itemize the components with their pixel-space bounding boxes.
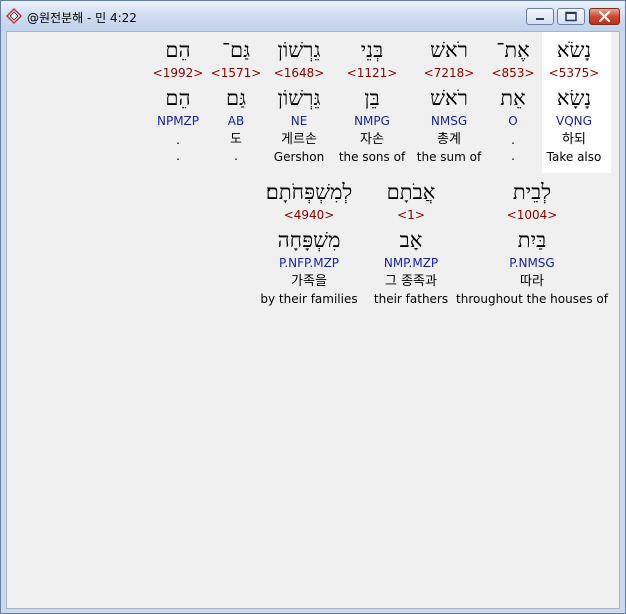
korean-translation: . [176, 133, 180, 147]
korean-translation: 도 [230, 132, 242, 147]
lemma-word: נָשָׂא [556, 86, 592, 110]
morphology-code: P.NMSG [509, 256, 555, 270]
maximize-icon [565, 11, 577, 22]
interlinear-panel[interactable]: נָשֹׂא <5375> נָשָׂא VQNG 하되 Take also א… [6, 31, 620, 609]
strong-number[interactable]: <1004> [507, 208, 558, 222]
lemma-word: גַּם [225, 86, 247, 110]
english-gloss: Gershon [273, 150, 325, 164]
app-icon [5, 7, 23, 25]
hebrew-word[interactable]: גַּם־ [222, 38, 250, 62]
app-window: @원전분해 - 민 4:22 נָשֹׂא <5375> נָשָׂא VQNG… [0, 0, 626, 614]
lemma-word: אֵת [500, 86, 526, 110]
strong-number[interactable]: <7218> [424, 66, 475, 80]
strong-number[interactable]: <1121> [347, 66, 398, 80]
english-gloss: their fathers [373, 292, 449, 306]
korean-translation: 따라 [520, 274, 544, 289]
lemma-word: מִשְׁפָּחָה [277, 228, 341, 252]
hebrew-word[interactable]: לְבֵית [513, 180, 551, 204]
hebrew-word[interactable]: אֶת־ [496, 38, 529, 62]
lemma-word: בֵּן [364, 86, 380, 110]
window-title: @원전분해 - 민 4:22 [27, 11, 137, 25]
title-bar[interactable]: @원전분해 - 민 4:22 [1, 1, 625, 31]
morphology-code: O [508, 114, 518, 128]
english-gloss: the sum of [416, 150, 482, 164]
morphology-code: NE [290, 114, 308, 128]
lemma-word: גֵּרְשׁוֹן [277, 86, 321, 110]
strong-number[interactable]: <5375> [549, 66, 600, 80]
morphology-code: VQNG [556, 114, 592, 128]
korean-translation: . [511, 133, 515, 147]
hebrew-word[interactable]: גֵרְשׁוֹן [278, 38, 321, 62]
english-gloss: Take also [546, 150, 602, 164]
strong-number[interactable]: <1571> [211, 66, 262, 80]
korean-translation: 게르손 [281, 132, 317, 147]
minimize-button[interactable] [526, 8, 554, 25]
hebrew-word[interactable]: אֲבֹתָם [387, 180, 436, 204]
korean-translation: 자손 [360, 132, 384, 147]
lemma-word: הֵם [165, 86, 191, 110]
close-button[interactable] [589, 8, 620, 25]
morphology-code: NMP.MZP [383, 256, 439, 270]
strong-number[interactable]: <1648> [274, 66, 325, 80]
english-gloss: by their families [260, 292, 358, 306]
english-gloss: the sons of [338, 150, 406, 164]
morphology-code: NPMZP [156, 114, 200, 128]
morphology-code: AB [227, 114, 245, 128]
strong-number[interactable]: <1992> [153, 66, 204, 80]
strong-number[interactable]: <4940> [284, 208, 335, 222]
hebrew-word[interactable]: בְּנֵי [361, 38, 383, 62]
hebrew-word[interactable]: נָשֹׂא [557, 38, 591, 62]
hebrew-word[interactable]: הֵם [165, 38, 190, 62]
hebrew-word[interactable]: לְמִשְׁפְּחֹתָם׃ [266, 180, 352, 204]
korean-translation: 총계 [437, 132, 461, 147]
maximize-button[interactable] [557, 8, 585, 25]
minimize-icon [536, 18, 544, 20]
english-gloss: . [234, 149, 238, 163]
korean-translation: 그 종족과 [385, 274, 437, 289]
close-icon [598, 10, 611, 23]
strong-number[interactable]: <853> [491, 66, 534, 80]
lemma-word: אָב [399, 228, 423, 252]
english-gloss: . [176, 149, 180, 163]
korean-translation: 가족을 [291, 274, 327, 289]
lemma-word: בַּיִת [517, 228, 547, 252]
lemma-word: רֹאשׁ [430, 86, 468, 110]
morphology-code: P.NFP.MZP [278, 256, 340, 270]
hebrew-word[interactable]: רֹאשׁ [430, 38, 468, 62]
english-gloss: throughout the houses of [456, 292, 608, 306]
morphology-code: NMPG [354, 114, 390, 128]
english-gloss: . [511, 149, 515, 163]
korean-translation: 하되 [562, 132, 586, 147]
morphology-code: NMSG [430, 114, 468, 128]
strong-number[interactable]: <1> [397, 208, 425, 222]
